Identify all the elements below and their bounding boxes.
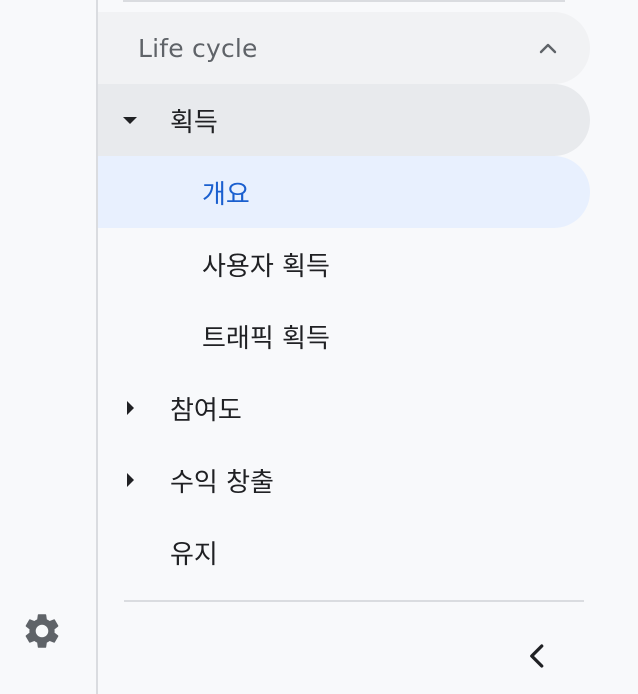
settings-button[interactable]	[18, 607, 66, 655]
nav-item-engagement[interactable]: 참여도	[98, 372, 590, 444]
nav-item-traffic-acquisition[interactable]: 트래픽 획득	[98, 300, 590, 372]
nav-item-monetization[interactable]: 수익 창출	[98, 444, 590, 516]
nav-item-user-acquisition[interactable]: 사용자 획득	[98, 228, 590, 300]
nav-item-label: 수익 창출	[170, 467, 274, 498]
collapse-sidebar-button[interactable]	[516, 634, 560, 678]
nav-item-label: 개요	[202, 179, 250, 210]
caret-right-icon	[127, 473, 134, 487]
navigation-panel: Life cycle 획득 개요 사용자 획득 트래픽 획득 참여도 수익 창출…	[98, 0, 638, 694]
section-header-label: Life cycle	[138, 33, 258, 63]
caret-down-icon	[123, 117, 137, 124]
chevron-up-icon	[539, 43, 557, 54]
nav-item-label: 참여도	[170, 395, 242, 426]
section-header-life-cycle[interactable]: Life cycle	[98, 12, 590, 84]
caret-right-icon	[127, 401, 134, 415]
nav-item-label: 트래픽 획득	[202, 323, 330, 354]
nav-item-retention[interactable]: 유지	[98, 516, 590, 588]
nav-item-acquisition[interactable]: 획득	[98, 84, 590, 156]
top-divider	[123, 0, 565, 2]
nav-item-label: 획득	[170, 107, 218, 138]
gear-icon	[25, 614, 59, 648]
bottom-divider	[124, 600, 584, 602]
nav-item-label: 사용자 획득	[202, 251, 330, 282]
nav-item-label: 유지	[170, 539, 218, 570]
chevron-left-icon	[530, 644, 544, 668]
left-rail	[0, 0, 98, 694]
nav-item-overview[interactable]: 개요	[98, 156, 590, 228]
